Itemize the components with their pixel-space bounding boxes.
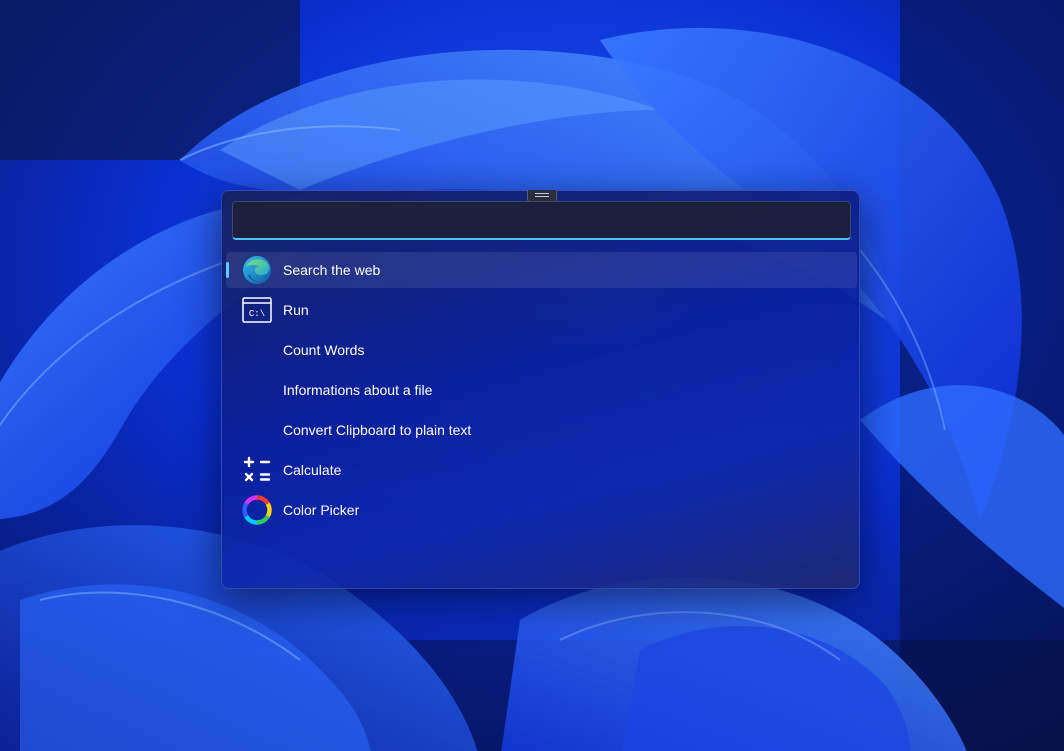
calculator-icon [243, 456, 271, 482]
command-prompt-icon-text: C:\ [249, 309, 265, 319]
result-item-calculate[interactable]: Calculate [226, 452, 857, 488]
desktop: Search the web C:\ Run Count Words Infor… [0, 0, 1064, 751]
result-label: Count Words [283, 342, 365, 358]
result-item-color-picker[interactable]: Color Picker [226, 492, 857, 528]
result-item-convert-clipboard[interactable]: Convert Clipboard to plain text [226, 412, 857, 448]
search-input[interactable] [232, 201, 851, 240]
result-label: Informations about a file [283, 382, 433, 398]
edge-browser-icon [243, 256, 271, 284]
result-label: Color Picker [283, 502, 360, 518]
result-item-count-words[interactable]: Count Words [226, 332, 857, 368]
results-list: Search the web C:\ Run Count Words Infor… [226, 252, 857, 532]
selection-indicator [226, 262, 229, 278]
result-label: Calculate [283, 462, 342, 478]
result-item-run[interactable]: C:\ Run [226, 292, 857, 328]
color-wheel-icon [242, 495, 272, 525]
command-prompt-icon: C:\ [242, 297, 272, 323]
result-label: Search the web [283, 262, 381, 278]
result-label: Run [283, 302, 309, 318]
launcher-window: Search the web C:\ Run Count Words Infor… [221, 190, 860, 589]
result-item-file-info[interactable]: Informations about a file [226, 372, 857, 408]
result-item-search-the-web[interactable]: Search the web [226, 252, 857, 288]
result-label: Convert Clipboard to plain text [283, 422, 472, 438]
